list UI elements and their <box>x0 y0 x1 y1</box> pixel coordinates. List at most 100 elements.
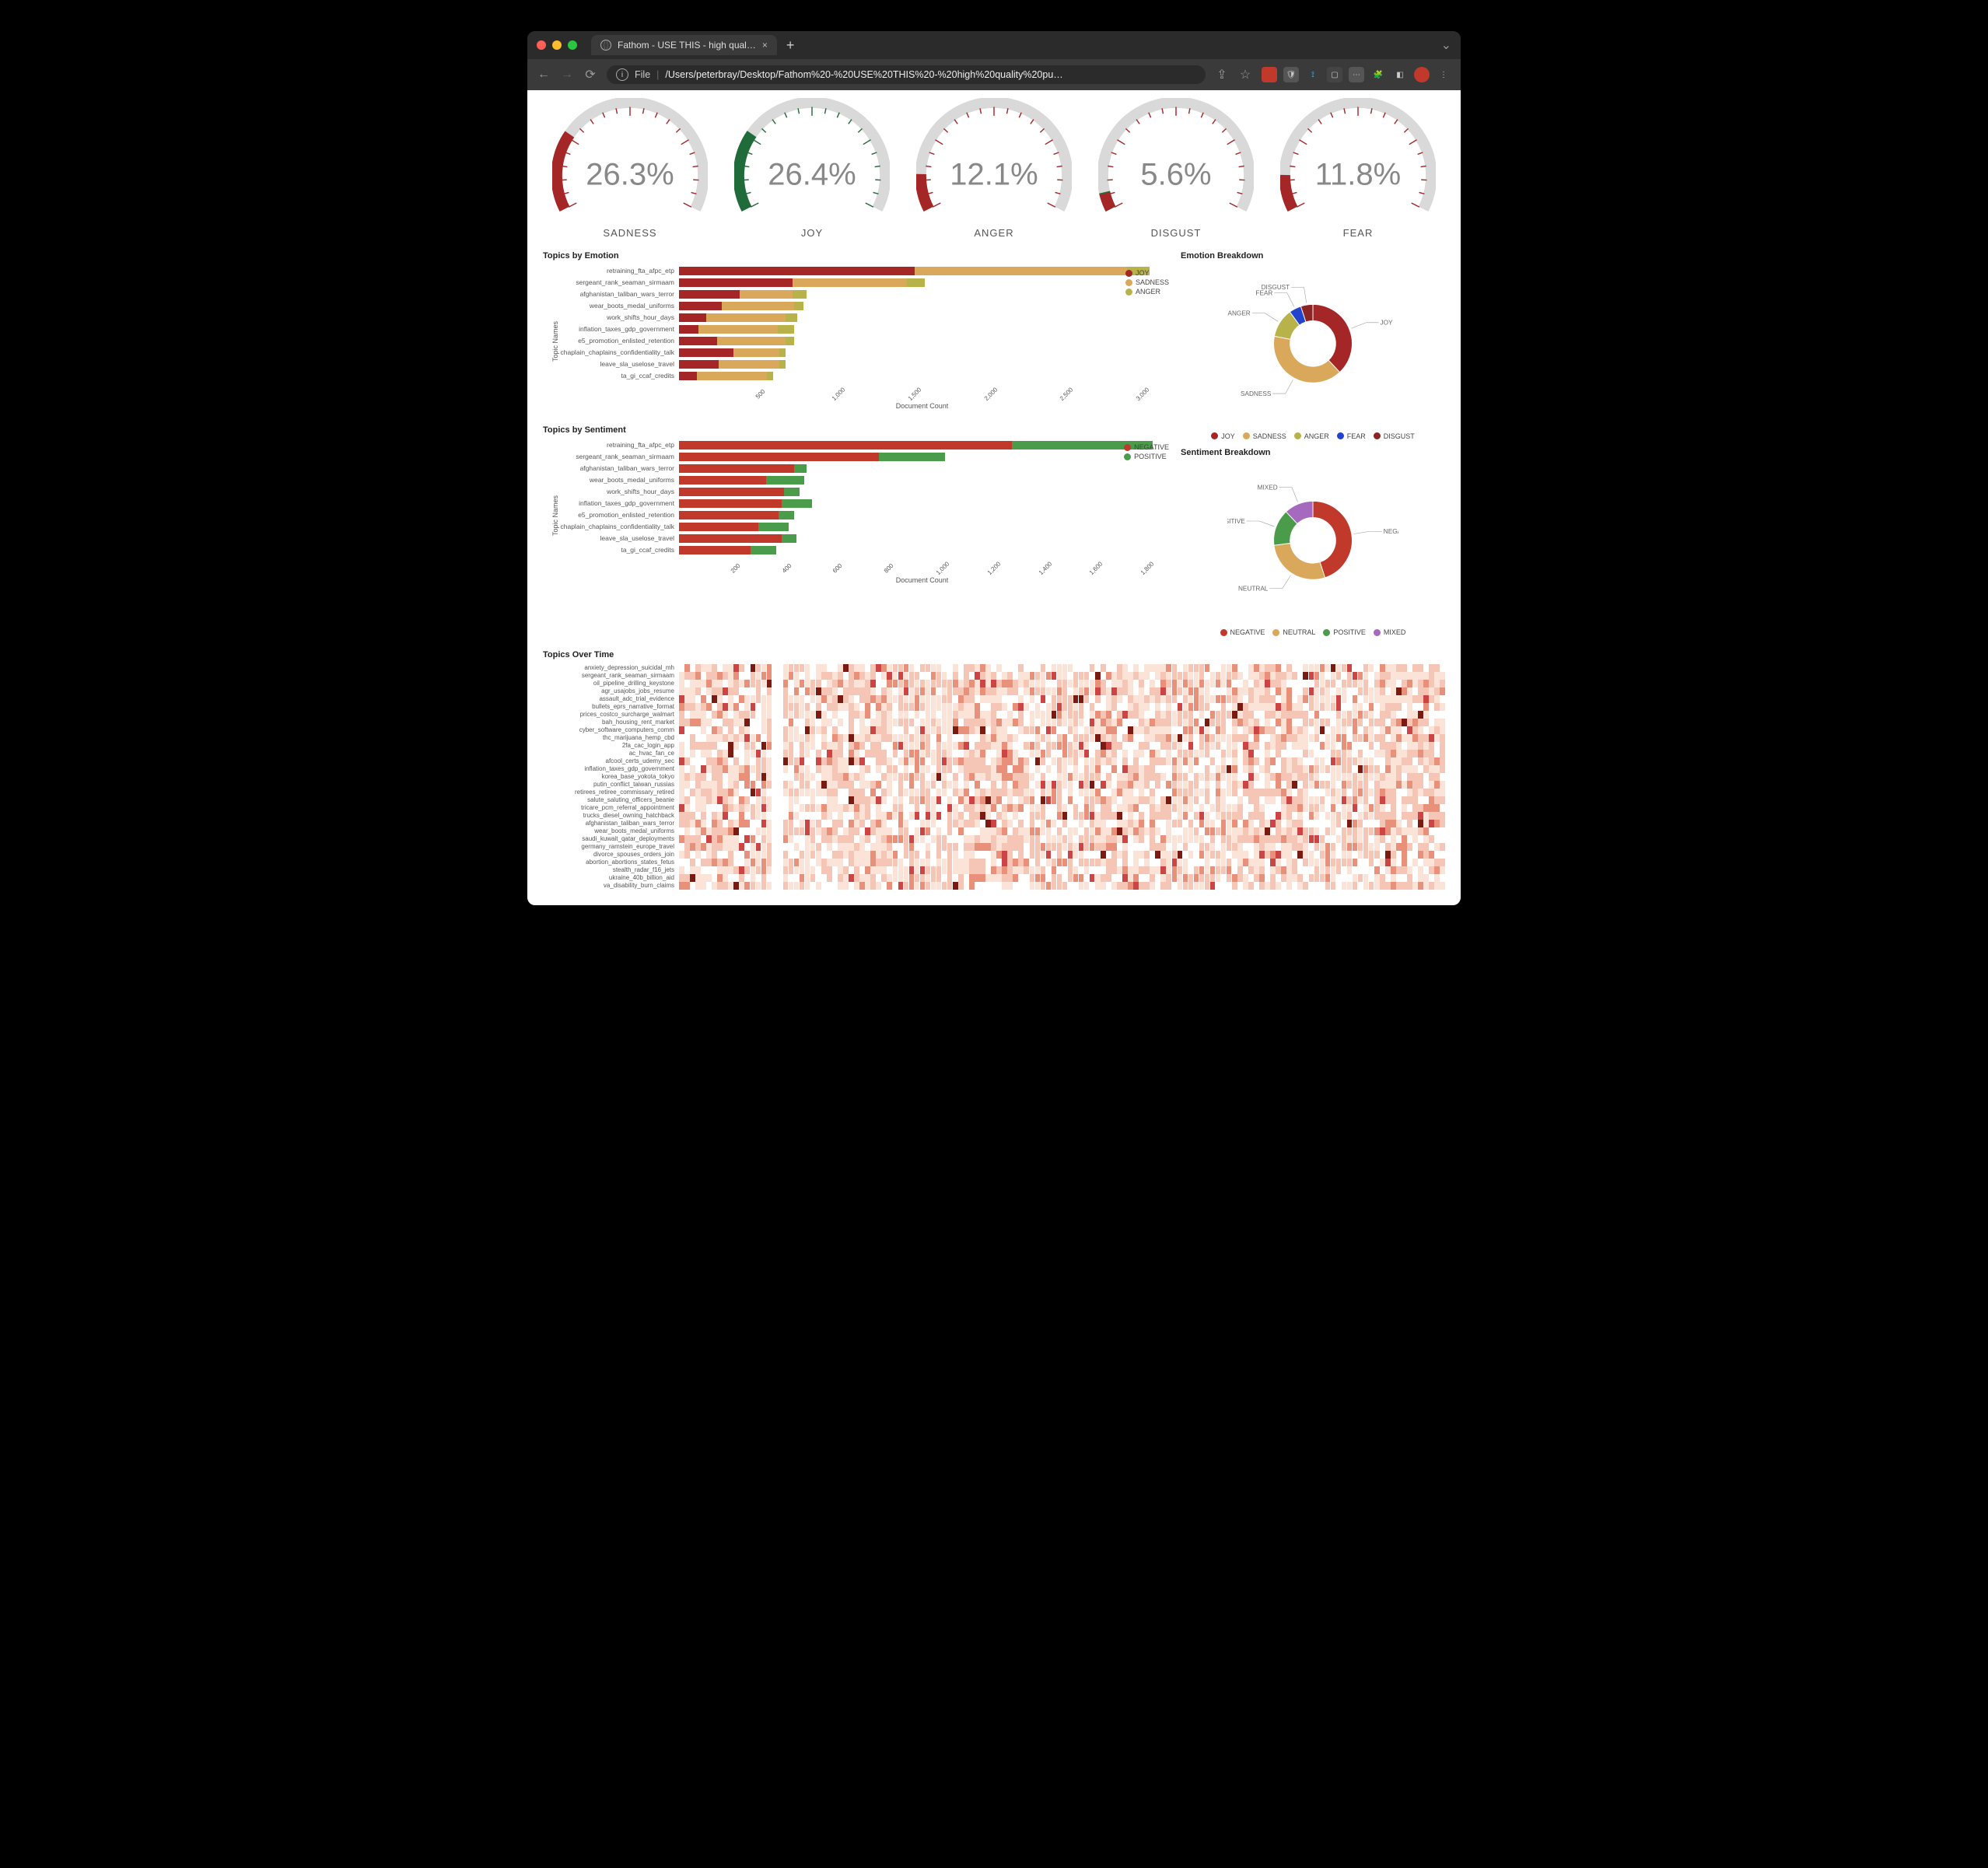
panel-icon[interactable]: ◧ <box>1392 67 1408 82</box>
heatmap-cell <box>810 757 816 765</box>
topics-sentiment-legend: NEGATIVEPOSITIVE <box>1124 443 1169 462</box>
heatmap-cell <box>739 695 744 703</box>
ext-icon-5[interactable]: ⋯ <box>1349 67 1364 82</box>
site-info-icon[interactable]: i <box>616 68 628 81</box>
heatmap-cell <box>1178 711 1183 719</box>
heatmap-cell <box>723 664 728 672</box>
heatmap-cell <box>838 866 843 874</box>
heatmap-cell <box>728 750 733 757</box>
heatmap-cell <box>1035 796 1041 804</box>
heatmap-cell <box>1155 734 1160 742</box>
heatmap-cell <box>1429 882 1434 890</box>
heatmap-cell <box>1232 757 1237 765</box>
heatmap-cell <box>1172 711 1178 719</box>
heatmap-cell <box>1303 820 1308 827</box>
heatmap-cell <box>980 742 985 750</box>
heatmap-cell <box>1106 804 1111 812</box>
heatmap-cell <box>1046 773 1052 781</box>
heatmap-cell <box>1052 680 1057 687</box>
heatmap-cell <box>821 695 827 703</box>
heatmap-cell <box>1429 687 1434 695</box>
heatmap-cell <box>1007 812 1013 820</box>
heatmap-cell <box>800 680 805 687</box>
heatmap-cell <box>1073 812 1079 820</box>
heatmap-cell <box>1216 773 1221 781</box>
heatmap-cell <box>1270 835 1276 843</box>
heatmap-cell <box>701 672 706 680</box>
heatmap-cell <box>849 703 854 711</box>
heatmap-cell <box>739 812 744 820</box>
heatmap-cell <box>1178 687 1183 695</box>
heatmap-cell <box>1407 734 1412 742</box>
new-tab-button[interactable]: + <box>786 37 795 54</box>
heatmap-cell <box>821 859 827 866</box>
heatmap-cell <box>679 804 684 812</box>
heatmap-cell <box>964 695 969 703</box>
forward-button[interactable]: → <box>560 68 574 82</box>
heatmap-cell <box>1407 882 1412 890</box>
bookmark-icon[interactable]: ☆ <box>1238 68 1252 82</box>
close-window-button[interactable] <box>537 40 546 50</box>
maximize-window-button[interactable] <box>568 40 577 50</box>
ext-icon-1[interactable] <box>1262 67 1277 82</box>
ext-icon-4[interactable]: ▢ <box>1327 67 1342 82</box>
heatmap-cell <box>739 680 744 687</box>
heatmap-cell <box>1237 680 1243 687</box>
heatmap-cell <box>1325 859 1331 866</box>
heatmap-cell <box>1018 827 1024 835</box>
heatmap-cell <box>1265 742 1270 750</box>
heatmap-cell <box>849 874 854 882</box>
heatmap-cell <box>1418 726 1423 734</box>
browser-tab[interactable]: Fathom - USE THIS - high qual… × <box>591 35 777 55</box>
heatmap-cell <box>1018 711 1024 719</box>
heatmap-cell <box>1035 859 1041 866</box>
ext-icon-6[interactable] <box>1414 67 1430 82</box>
heatmap-cell <box>1314 851 1320 859</box>
heatmap-cell <box>1396 773 1402 781</box>
heatmap-cell <box>1369 781 1374 789</box>
minimize-window-button[interactable] <box>552 40 562 50</box>
heatmap-cell <box>843 765 849 773</box>
heatmap-cell <box>1248 851 1254 859</box>
heatmap-cell <box>996 742 1002 750</box>
heatmap-cell <box>1336 711 1342 719</box>
heatmap-cell <box>684 703 690 711</box>
back-button[interactable]: ← <box>537 68 551 82</box>
heatmap-cell <box>756 664 761 672</box>
heatmap-cell <box>706 874 712 882</box>
extensions-icon[interactable]: 🧩 <box>1370 67 1386 82</box>
ext-icon-2[interactable]: 🛡 <box>1283 67 1299 82</box>
heatmap-cell <box>1331 703 1336 711</box>
heatmap-cell <box>958 757 964 765</box>
heatmap-cell <box>1139 711 1144 719</box>
address-bar[interactable]: i File | /Users/peterbray/Desktop/Fathom… <box>607 65 1206 84</box>
heatmap-cell <box>1155 851 1160 859</box>
reload-button[interactable]: ⟳ <box>583 68 597 82</box>
globe-icon <box>600 40 611 51</box>
heatmap-row-label: afcool_certs_udemy_sec <box>543 757 674 765</box>
heatmap-cell <box>985 711 991 719</box>
heatmap-cell <box>991 789 996 796</box>
heatmap-cell <box>1166 695 1171 703</box>
share-icon[interactable]: ⇪ <box>1215 68 1229 82</box>
close-tab-icon[interactable]: × <box>762 40 768 51</box>
bar-track <box>679 348 1165 357</box>
heatmap-cell <box>1325 765 1331 773</box>
heatmap-cell <box>1068 835 1073 843</box>
heatmap-cell <box>1128 726 1133 734</box>
bar-row: wear_boots_medal_uniforms <box>543 300 1165 311</box>
heatmap-cell <box>690 765 695 773</box>
heatmap-cell <box>1084 711 1090 719</box>
heatmap-cell <box>1002 804 1007 812</box>
heatmap-cell <box>1303 843 1308 851</box>
heatmap-cell <box>1363 765 1369 773</box>
tabs-menu-icon[interactable]: ⌄ <box>1441 37 1451 53</box>
heatmap-cell <box>1303 703 1308 711</box>
heatmap-cell <box>789 820 794 827</box>
heatmap-cell <box>870 866 876 874</box>
heatmap-cell <box>947 835 953 843</box>
ext-icon-3[interactable]: ⟟ <box>1305 67 1321 82</box>
menu-icon[interactable]: ⋮ <box>1436 67 1451 82</box>
heatmap-cell <box>1122 680 1128 687</box>
heatmap-cell <box>904 757 909 765</box>
